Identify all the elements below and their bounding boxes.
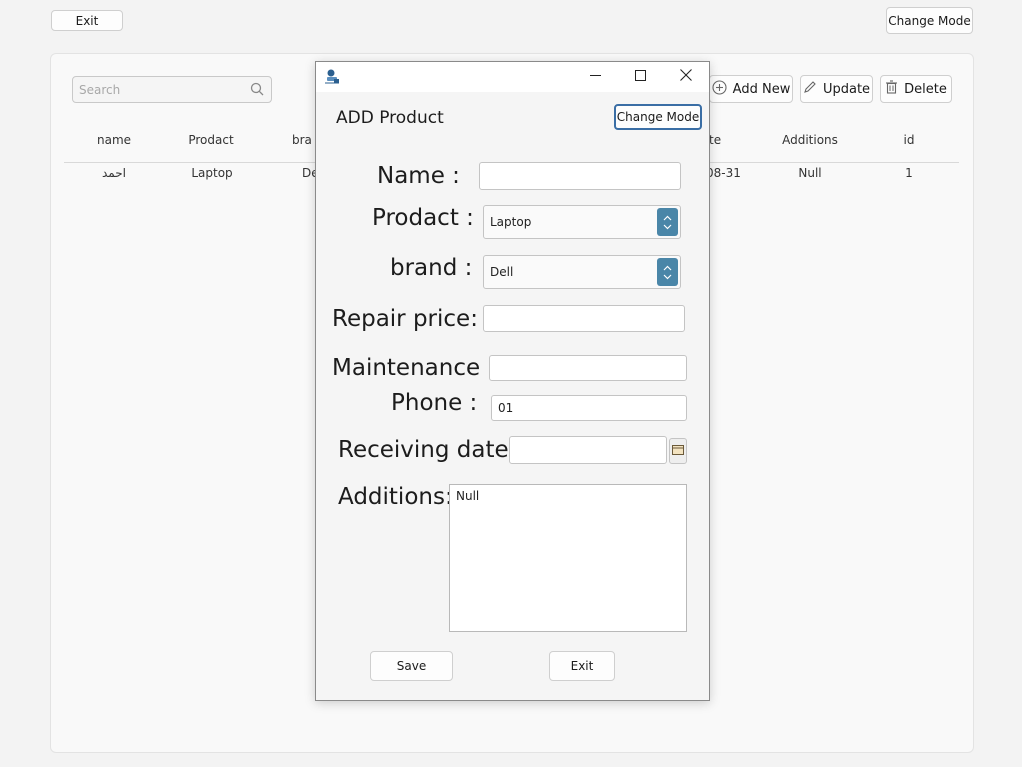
additions-label: Additions: bbox=[338, 484, 453, 510]
minimize-button[interactable] bbox=[573, 62, 617, 92]
brand-spinner[interactable] bbox=[657, 258, 678, 286]
receiving-date-field[interactable] bbox=[509, 436, 667, 464]
column-header-prodact[interactable]: Prodact bbox=[176, 133, 246, 147]
close-button[interactable] bbox=[664, 62, 708, 92]
name-label: Name : bbox=[377, 163, 460, 189]
repair-price-field[interactable] bbox=[483, 305, 685, 332]
search-icon[interactable] bbox=[250, 82, 264, 101]
dialog-exit-button[interactable]: Exit bbox=[549, 651, 615, 681]
brand-select[interactable]: Dell bbox=[483, 255, 681, 289]
search-box[interactable] bbox=[72, 76, 272, 103]
chevron-down-icon bbox=[663, 221, 672, 230]
plus-circle-icon bbox=[712, 79, 727, 99]
phone-field[interactable] bbox=[491, 395, 687, 421]
update-button[interactable]: Update bbox=[800, 75, 873, 103]
prodact-select[interactable]: Laptop bbox=[483, 205, 681, 239]
app-icon bbox=[324, 68, 340, 89]
pencil-icon bbox=[803, 80, 817, 98]
close-icon bbox=[680, 68, 692, 86]
maximize-icon bbox=[634, 68, 646, 86]
search-input[interactable] bbox=[73, 77, 243, 102]
minimize-icon bbox=[589, 68, 601, 86]
brand-label: brand : bbox=[390, 255, 473, 281]
maintenance-label: Maintenance : bbox=[332, 355, 496, 381]
additions-textarea[interactable]: Null bbox=[449, 484, 687, 632]
cell-prodact: Laptop bbox=[191, 166, 233, 180]
chevron-down-icon bbox=[663, 271, 672, 280]
dialog-title: ADD Product bbox=[336, 108, 444, 128]
repair-price-label: Repair price: bbox=[332, 306, 478, 332]
column-header-date[interactable]: te bbox=[709, 133, 739, 147]
name-field[interactable] bbox=[479, 162, 681, 190]
prodact-value: Laptop bbox=[490, 215, 532, 229]
cell-date: 08-31 bbox=[706, 166, 741, 180]
delete-label: Delete bbox=[904, 81, 947, 97]
cell-id: 1 bbox=[905, 166, 913, 180]
exit-button[interactable]: Exit bbox=[51, 10, 123, 31]
cell-additions: Null bbox=[798, 166, 822, 180]
trash-icon bbox=[885, 80, 898, 98]
phone-label: Phone : bbox=[391, 390, 478, 416]
maximize-button[interactable] bbox=[618, 62, 662, 92]
add-new-button[interactable]: Add New bbox=[709, 75, 793, 103]
calendar-button[interactable] bbox=[669, 438, 687, 464]
dialog-change-mode-button[interactable]: Change Mode bbox=[614, 104, 702, 130]
receiving-date-label: Receiving date: bbox=[338, 437, 517, 463]
cell-name: احمد bbox=[102, 166, 126, 180]
delete-button[interactable]: Delete bbox=[880, 75, 952, 103]
calendar-icon bbox=[672, 442, 684, 460]
brand-value: Dell bbox=[490, 265, 514, 279]
change-mode-button[interactable]: Change Mode bbox=[886, 7, 973, 34]
maintenance-field[interactable] bbox=[489, 355, 687, 381]
save-button[interactable]: Save bbox=[370, 651, 453, 681]
prodact-label: Prodact : bbox=[372, 205, 474, 231]
add-new-label: Add New bbox=[732, 81, 791, 97]
column-header-name[interactable]: name bbox=[84, 133, 144, 147]
add-product-dialog: ADD Product Change Mode Name : Prodact :… bbox=[315, 61, 710, 701]
column-header-id[interactable]: id bbox=[894, 133, 924, 147]
dialog-titlebar[interactable] bbox=[316, 62, 709, 92]
column-header-additions[interactable]: Additions bbox=[770, 133, 850, 147]
update-label: Update bbox=[822, 81, 871, 97]
prodact-spinner[interactable] bbox=[657, 208, 678, 236]
